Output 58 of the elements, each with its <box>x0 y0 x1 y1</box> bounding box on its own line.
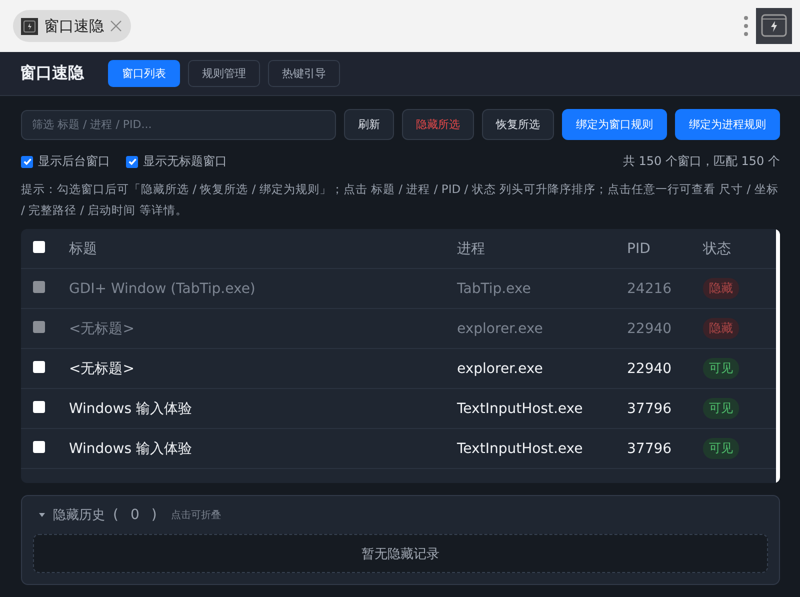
status-badge: 可见 <box>703 398 739 419</box>
toolbar-button[interactable]: 隐藏所选 <box>402 109 474 140</box>
process-cell-text: TextInputHost.exe <box>457 400 584 416</box>
pid-cell-text: 37796 <box>627 400 673 416</box>
checkbox-label: 显示后台窗口 <box>38 153 110 170</box>
empty-history: 暂无隐藏记录 <box>33 534 768 573</box>
app-icon <box>21 18 38 34</box>
checkbox[interactable] <box>126 156 138 168</box>
checkbox[interactable] <box>33 360 45 372</box>
caret-icon[interactable] <box>39 512 45 518</box>
more-icon[interactable] <box>744 16 748 36</box>
checkbox[interactable] <box>33 280 45 292</box>
status-badge: 隐藏 <box>703 318 739 339</box>
history-count: 0 <box>130 507 140 523</box>
checkbox[interactable] <box>21 156 33 168</box>
status-badge: 可见 <box>703 438 739 459</box>
pid-cell-text: 37796 <box>627 440 673 456</box>
close-icon[interactable] <box>110 20 122 32</box>
browser-tab[interactable]: 窗口速隐 <box>13 10 131 42</box>
title-cell-text: Windows 输入体验 <box>69 440 193 458</box>
column-header[interactable]: 标题 <box>69 240 457 258</box>
toolbar-button[interactable]: 恢复所选 <box>482 109 554 140</box>
status-badge: 隐藏 <box>703 278 739 299</box>
app-title: 窗口速隐 <box>20 63 84 84</box>
toolbar-button[interactable]: 绑定为进程规则 <box>675 109 780 140</box>
search-field[interactable]: 筛选 标题 / 进程 / PID... <box>21 110 336 140</box>
checkbox[interactable] <box>33 400 45 412</box>
title-cell-text: Windows 输入体验 <box>69 400 193 418</box>
pid-cell-text: 22940 <box>627 360 673 376</box>
title-cell-text: <无标题> <box>69 320 136 338</box>
process-cell-text: explorer.exe <box>457 360 544 376</box>
checkbox[interactable] <box>33 440 45 452</box>
process-cell-text: TabTip.exe <box>457 280 532 296</box>
status-badge: 可见 <box>703 358 739 379</box>
pid-cell-text: 22940 <box>627 320 673 336</box>
title-cell-text: GDI+ Window (TabTip.exe) <box>69 280 256 296</box>
checkbox[interactable] <box>33 240 45 252</box>
nav-tab[interactable]: 热键引导 <box>268 60 340 87</box>
open-paren: ( <box>113 507 118 523</box>
window-count: 共 150 个窗口，匹配 150 个 <box>622 153 780 170</box>
scrollbar[interactable] <box>776 229 780 483</box>
close-paren: ) <box>151 507 157 523</box>
title-cell-text: <无标题> <box>69 360 136 378</box>
checkbox-label: 显示无标题窗口 <box>143 153 227 170</box>
pid-cell-text: 24216 <box>627 280 673 296</box>
history-title[interactable]: 隐藏历史 <box>53 506 105 524</box>
toolbar-button[interactable]: 刷新 <box>344 109 394 140</box>
nav-tab[interactable]: 窗口列表 <box>108 60 180 87</box>
hint-text: 提示：勾选窗口后可「隐藏所选 / 恢复所选 / 绑定为规则」；点击 标题 / 进程 / PID / 状态 列头可升降序排序；点击任意一行可查看 尺寸 / 坐标 / 完整路径 / 启动时间 等详情。 <box>21 181 780 219</box>
process-cell-text: TextInputHost.exe <box>457 440 584 456</box>
column-header[interactable]: PID <box>627 240 703 256</box>
nav-tab[interactable]: 规则管理 <box>188 60 260 87</box>
checkbox[interactable] <box>33 320 45 332</box>
process-cell-text: explorer.exe <box>457 320 544 336</box>
collapse-hint: 点击可折叠 <box>170 508 221 522</box>
toolbar-button[interactable]: 绑定为窗口规则 <box>562 109 667 140</box>
column-header[interactable]: 状态 <box>703 240 780 258</box>
column-header[interactable]: 进程 <box>457 240 627 258</box>
